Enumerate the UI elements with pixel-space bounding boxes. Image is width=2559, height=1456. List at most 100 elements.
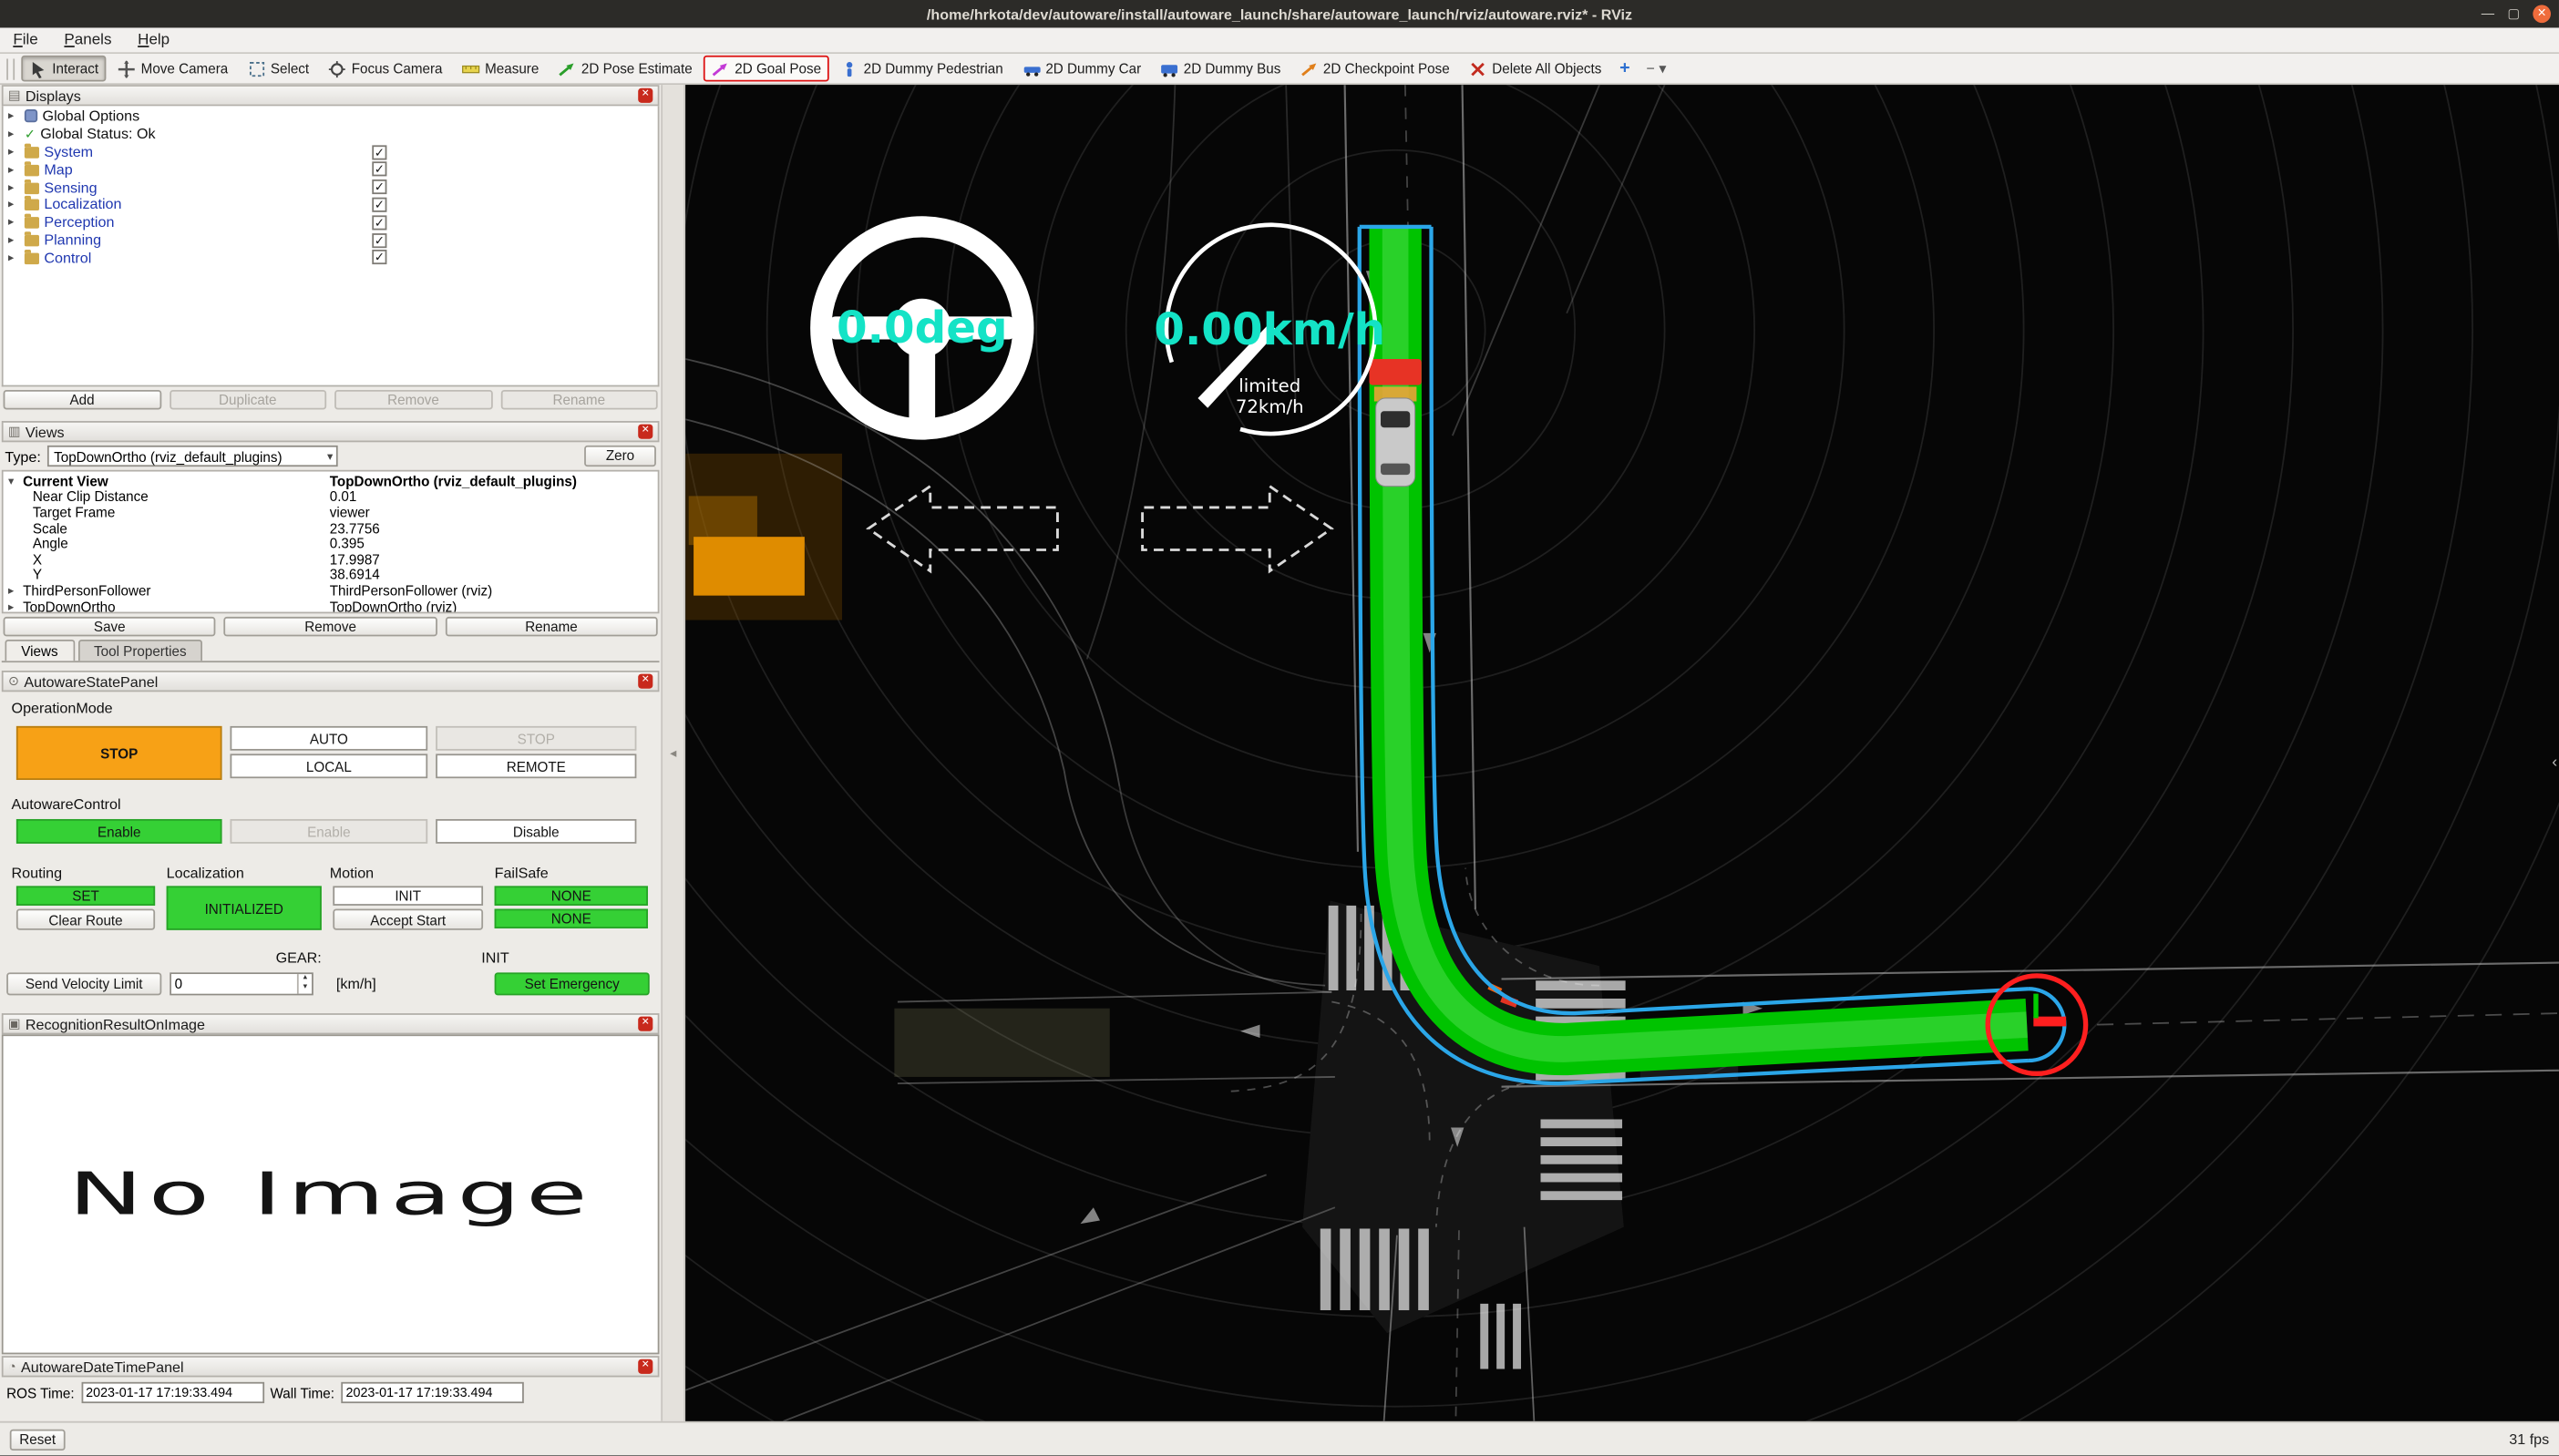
control-disable-button[interactable]: Disable (436, 818, 637, 844)
display-row-global-status[interactable]: ✓ Global Status: Ok (4, 126, 658, 143)
view-type-select[interactable]: TopDownOrtho (rviz_default_plugins) (46, 445, 338, 467)
add-tool-button[interactable]: + (1613, 58, 1637, 77)
clear-route-button[interactable]: Clear Route (15, 908, 156, 930)
view-row-top-down-ortho[interactable]: TopDownOrtho TopDownOrtho (rviz) (4, 598, 658, 611)
collapse-left-icon[interactable]: ◂ (670, 745, 676, 760)
displays-panel-header[interactable]: ▤ Displays ✕ (1, 85, 660, 107)
operation-mode-stop-disabled-button[interactable]: STOP (436, 725, 637, 751)
send-velocity-limit-button[interactable]: Send Velocity Limit (6, 972, 162, 996)
tool-2d-pose-estimate[interactable]: 2D Pose Estimate (550, 56, 701, 82)
display-checkbox[interactable] (372, 161, 387, 178)
operation-mode-remote-button[interactable]: REMOTE (436, 754, 637, 779)
stepper-down-icon[interactable] (299, 984, 312, 994)
tab-tool-properties[interactable]: Tool Properties (77, 639, 203, 661)
display-checkbox[interactable] (372, 250, 387, 265)
reset-button[interactable]: Reset (9, 1428, 66, 1451)
3d-viewport[interactable]: 0.0deg 0.00km/h limited 72km/h ‹ (685, 85, 2559, 1421)
tool-focus-camera[interactable]: Focus Camera (321, 56, 451, 82)
display-row-localization[interactable]: Localization (4, 196, 658, 213)
tool-move-camera[interactable]: Move Camera (110, 56, 237, 82)
menu-panels[interactable]: Panels (51, 27, 125, 52)
display-checkbox[interactable] (372, 197, 387, 212)
views-panel-header[interactable]: ▥ Views ✕ (1, 421, 660, 443)
tool-measure[interactable]: Measure (454, 56, 547, 82)
expand-icon[interactable] (8, 163, 20, 176)
display-row-control[interactable]: Control (4, 249, 658, 266)
display-row-global-options[interactable]: Global Options (4, 108, 658, 125)
expand-icon[interactable] (8, 251, 20, 263)
view-prop-row[interactable]: Near Clip Distance 0.01 (4, 488, 658, 505)
expand-icon[interactable] (8, 233, 20, 246)
control-enable-button[interactable]: Enable (15, 818, 222, 844)
wall-time-field[interactable] (341, 1381, 524, 1404)
control-enable-disabled-button[interactable]: Enable (230, 818, 428, 844)
expand-icon[interactable] (8, 600, 20, 611)
view-prop-row[interactable]: Angle 0.395 (4, 536, 658, 552)
display-row-map[interactable]: Map (4, 160, 658, 178)
tool-interact[interactable]: Interact (21, 55, 108, 82)
recognition-close-icon[interactable]: ✕ (638, 1016, 653, 1031)
expand-icon[interactable] (8, 110, 20, 123)
minimize-button[interactable]: — (2482, 6, 2494, 21)
velocity-limit-input[interactable] (171, 974, 297, 994)
tool-2d-checkpoint-pose[interactable]: 2D Checkpoint Pose (1292, 56, 1458, 82)
expand-icon[interactable] (8, 198, 20, 210)
stepper-arrows[interactable] (296, 974, 312, 994)
remove-view-button[interactable]: Remove (223, 616, 437, 637)
view-prop-row[interactable]: Current View TopDownOrtho (rviz_default_… (4, 473, 658, 489)
menu-file[interactable]: File (0, 27, 51, 52)
view-prop-row[interactable]: Target Frame viewer (4, 504, 658, 520)
set-emergency-button[interactable]: Set Emergency (494, 972, 650, 996)
tool-2d-dummy-car[interactable]: 2D Dummy Car (1014, 56, 1149, 82)
state-panel-close-icon[interactable]: ✕ (638, 673, 653, 689)
accept-start-button[interactable]: Accept Start (333, 908, 484, 930)
duplicate-display-button[interactable]: Duplicate (169, 390, 327, 410)
display-row-sensing[interactable]: Sensing (4, 179, 658, 196)
views-close-icon[interactable]: ✕ (638, 424, 653, 439)
display-checkbox[interactable] (372, 144, 387, 159)
toolbar-drag-handle[interactable] (6, 57, 15, 79)
display-checkbox[interactable] (372, 179, 387, 195)
add-display-button[interactable]: Add (3, 390, 161, 410)
recognition-panel-header[interactable]: ▣ RecognitionResultOnImage ✕ (1, 1013, 660, 1035)
expand-icon[interactable] (8, 128, 20, 140)
operation-mode-local-button[interactable]: LOCAL (230, 754, 428, 779)
expand-icon[interactable] (8, 180, 20, 193)
tool-2d-dummy-bus[interactable]: 2D Dummy Bus (1153, 56, 1290, 82)
expand-icon[interactable] (8, 216, 20, 229)
display-row-planning[interactable]: Planning (4, 231, 658, 249)
view-prop-row[interactable]: Scale 23.7756 (4, 520, 658, 537)
displays-close-icon[interactable]: ✕ (638, 87, 653, 103)
tool-select[interactable]: Select (240, 56, 317, 82)
tab-views[interactable]: Views (5, 639, 75, 661)
panel-splitter[interactable]: ◂ (661, 85, 686, 1421)
display-row-perception[interactable]: Perception (4, 213, 658, 231)
velocity-limit-stepper[interactable] (170, 972, 313, 996)
operation-mode-auto-button[interactable]: AUTO (230, 725, 428, 751)
datetime-close-icon[interactable]: ✕ (638, 1359, 653, 1374)
tool-2d-dummy-pedestrian[interactable]: 2D Dummy Pedestrian (833, 56, 1012, 82)
rename-view-button[interactable]: Rename (445, 616, 658, 637)
view-prop-row[interactable]: X 17.9987 (4, 551, 658, 568)
tool-2d-goal-pose[interactable]: 2D Goal Pose (704, 55, 830, 82)
tool-delete-all-objects[interactable]: Delete All Objects (1461, 56, 1609, 82)
view-prop-row[interactable]: Y 38.6914 (4, 567, 658, 583)
toolbar-overflow-button[interactable]: − ▾ (1639, 59, 1672, 77)
display-checkbox[interactable] (372, 232, 387, 248)
collapse-icon[interactable] (8, 475, 20, 487)
expand-icon[interactable] (8, 145, 20, 158)
close-button[interactable]: ✕ (2533, 5, 2552, 24)
view-row-third-person-follower[interactable]: ThirdPersonFollower ThirdPersonFollower … (4, 582, 658, 599)
menu-help[interactable]: Help (125, 27, 183, 52)
autoware-state-panel-header[interactable]: ⊙ AutowareStatePanel ✕ (1, 671, 660, 692)
save-view-button[interactable]: Save (3, 616, 216, 637)
expand-icon[interactable] (8, 584, 20, 597)
maximize-button[interactable]: ▢ (2507, 6, 2520, 21)
display-row-system[interactable]: System (4, 143, 658, 160)
display-checkbox[interactable] (372, 214, 387, 231)
collapse-right-icon[interactable]: ‹ (2552, 753, 2557, 771)
remove-display-button[interactable]: Remove (334, 390, 492, 410)
zero-button[interactable]: Zero (584, 445, 656, 467)
rename-display-button[interactable]: Rename (499, 390, 658, 410)
datetime-panel-header[interactable]: ◔ AutowareDateTimePanel ✕ (1, 1356, 660, 1378)
